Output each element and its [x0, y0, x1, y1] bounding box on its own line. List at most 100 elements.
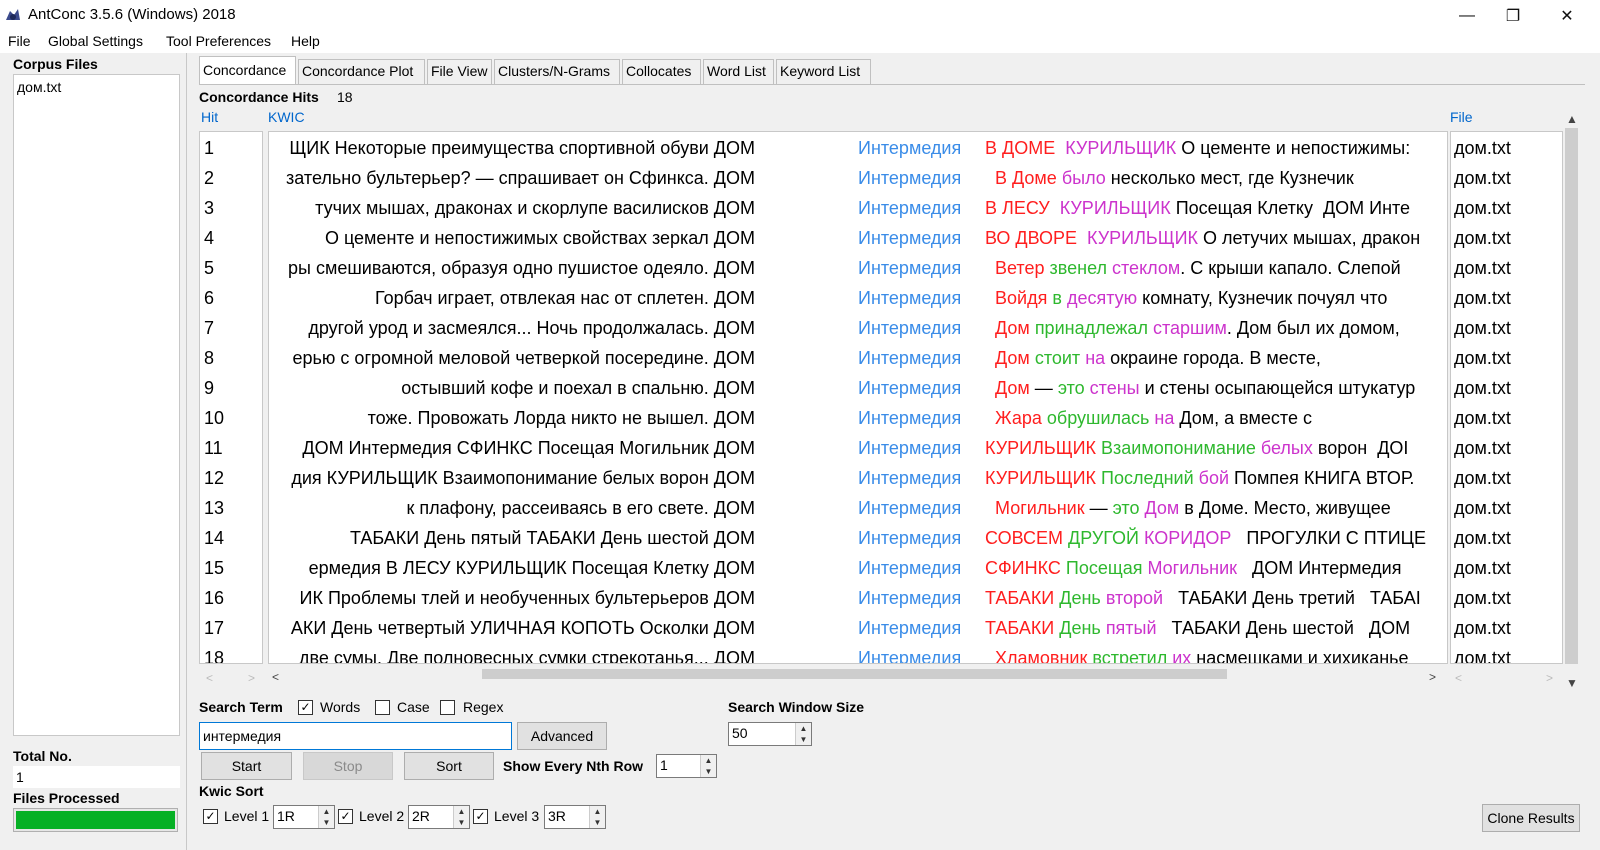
file-name[interactable]: дом.txt [1454, 193, 1511, 223]
kwic-row[interactable]: ЩИК Некоторые преимущества спортивной об… [269, 133, 1447, 163]
regex-checkbox[interactable] [440, 700, 455, 715]
column-header-hit[interactable]: Hit [201, 109, 218, 125]
file-name[interactable]: дом.txt [1454, 433, 1511, 463]
file-name[interactable]: дом.txt [1454, 523, 1511, 553]
level-2-up-icon[interactable]: ▲ [453, 806, 469, 817]
scroll-down-arrow-icon[interactable]: ▼ [1566, 676, 1578, 690]
hit-number[interactable]: 14 [204, 523, 224, 553]
kwic-scroll-left-arrow-icon[interactable]: < [272, 670, 279, 684]
close-button[interactable]: ✕ [1544, 0, 1590, 31]
tab-concordance-plot[interactable]: Concordance Plot [298, 59, 425, 84]
sort-button[interactable]: Sort [404, 752, 494, 780]
kwic-keyword[interactable]: Интермедия [858, 493, 961, 523]
file-scroll-left-arrow-icon[interactable]: < [1455, 671, 1462, 685]
kwic-keyword[interactable]: Интермедия [858, 403, 961, 433]
menu-global-settings[interactable]: Global Settings [48, 33, 143, 49]
kwic-row[interactable]: ИК Проблемы тлей и необученных бультерье… [269, 583, 1447, 613]
file-name[interactable]: дом.txt [1454, 283, 1511, 313]
kwic-keyword[interactable]: Интермедия [858, 313, 961, 343]
tab-keyword-list[interactable]: Keyword List [776, 59, 871, 84]
file-name[interactable]: дом.txt [1454, 463, 1511, 493]
search-term-input[interactable]: интермедия [199, 722, 512, 750]
kwic-horizontal-scrollbar-thumb[interactable] [482, 669, 1227, 679]
kwic-keyword[interactable]: Интермедия [858, 253, 961, 283]
maximize-button[interactable]: ❐ [1490, 0, 1536, 31]
hit-number[interactable]: 7 [204, 313, 214, 343]
level-1-up-icon[interactable]: ▲ [318, 806, 334, 817]
level-1-checkbox[interactable]: ✓ [203, 809, 218, 824]
nth-row-down-icon[interactable]: ▼ [700, 766, 716, 777]
tab-collocates[interactable]: Collocates [622, 59, 701, 84]
hit-number[interactable]: 12 [204, 463, 224, 493]
kwic-list[interactable]: ЩИК Некоторые преимущества спортивной об… [268, 131, 1448, 664]
file-name[interactable]: дом.txt [1454, 313, 1511, 343]
kwic-row[interactable]: остывший кофе и поехал в спальню. ДОМ Инт… [269, 373, 1447, 403]
hit-number[interactable]: 18 [204, 643, 224, 663]
menu-help[interactable]: Help [291, 33, 320, 49]
tab-word-list[interactable]: Word List [703, 59, 774, 84]
column-header-file[interactable]: File [1450, 109, 1473, 125]
tab-clusters-ngrams[interactable]: Clusters/N-Grams [494, 59, 620, 84]
kwic-row[interactable]: ерью с огромной меловой четверкой посере… [269, 343, 1447, 373]
kwic-keyword[interactable]: Интермедия [858, 613, 961, 643]
kwic-keyword[interactable]: Интермедия [858, 193, 961, 223]
start-button[interactable]: Start [201, 752, 292, 780]
menu-tool-preferences[interactable]: Tool Preferences [166, 33, 271, 49]
kwic-keyword[interactable]: Интермедия [858, 223, 961, 253]
advanced-button[interactable]: Advanced [517, 722, 607, 750]
hit-number[interactable]: 2 [204, 163, 214, 193]
hit-number[interactable]: 4 [204, 223, 214, 253]
window-size-up-icon[interactable]: ▲ [795, 723, 811, 734]
file-name[interactable]: дом.txt [1454, 373, 1511, 403]
window-size-down-icon[interactable]: ▼ [795, 734, 811, 745]
hit-number[interactable]: 10 [204, 403, 224, 433]
level-2-checkbox[interactable]: ✓ [338, 809, 353, 824]
kwic-row[interactable]: Горбач играет, отвлекая нас от сплетен. … [269, 283, 1447, 313]
level-2-down-icon[interactable]: ▼ [453, 817, 469, 828]
menu-file[interactable]: File [8, 33, 31, 49]
hit-number[interactable]: 16 [204, 583, 224, 613]
kwic-keyword[interactable]: Интермедия [858, 373, 961, 403]
kwic-row[interactable]: две сумы. Две полновесных сумки стрекота… [269, 643, 1447, 663]
corpus-files-list[interactable]: дом.txt [13, 74, 180, 736]
file-name[interactable]: дом.txt [1454, 493, 1511, 523]
corpus-file-item[interactable]: дом.txt [17, 79, 61, 95]
hit-number-list[interactable]: 1 2 3 4 5 6 7 8 9 10 11 12 13 14 15 16 17 18 [199, 131, 263, 664]
minimize-button[interactable]: — [1444, 0, 1490, 31]
file-name[interactable]: дом.txt [1454, 343, 1511, 373]
file-name[interactable]: дом.txt [1454, 613, 1511, 643]
kwic-keyword[interactable]: Интермедия [858, 553, 961, 583]
kwic-row[interactable]: зательно бультерьер? — спрашивает он Сфи… [269, 163, 1447, 193]
kwic-keyword[interactable]: Интермедия [858, 433, 961, 463]
scroll-up-arrow-icon[interactable]: ▲ [1566, 112, 1578, 126]
kwic-row[interactable]: ермедия В ЛЕСУ КУРИЛЬЩИК Посещая Клетку … [269, 553, 1447, 583]
hit-number[interactable]: 11 [204, 433, 223, 463]
kwic-row[interactable]: другой урод и засмеялся... Ночь продолжа… [269, 313, 1447, 343]
kwic-row[interactable]: к плафону, рассеиваясь в его свете. ДОМ И… [269, 493, 1447, 523]
clone-results-button[interactable]: Clone Results [1482, 804, 1580, 832]
level-3-down-icon[interactable]: ▼ [589, 817, 605, 828]
file-scroll-right-arrow-icon[interactable]: > [1546, 671, 1553, 685]
hit-number[interactable]: 5 [204, 253, 214, 283]
kwic-row[interactable]: тучих мышах, драконах и скорлупе василис… [269, 193, 1447, 223]
case-checkbox[interactable] [375, 700, 390, 715]
file-name[interactable]: дом.txt [1454, 583, 1511, 613]
hit-scroll-left-arrow-icon[interactable]: < [206, 671, 213, 685]
kwic-keyword[interactable]: Интермедия [858, 643, 961, 663]
nth-row-up-icon[interactable]: ▲ [700, 755, 716, 766]
column-header-kwic[interactable]: KWIC [268, 109, 305, 125]
kwic-scroll-right-arrow-icon[interactable]: > [1429, 670, 1436, 684]
kwic-keyword[interactable]: Интермедия [858, 583, 961, 613]
file-name[interactable]: дом.txt [1454, 553, 1511, 583]
hit-number[interactable]: 3 [204, 193, 214, 223]
kwic-row[interactable]: ТАБАКИ День пятый ТАБАКИ День шестой ДОМ… [269, 523, 1447, 553]
kwic-row[interactable]: ры смешиваются, образуя одно пушистое од… [269, 253, 1447, 283]
hit-number[interactable]: 1 [204, 133, 214, 163]
tab-concordance[interactable]: Concordance [199, 56, 296, 85]
file-name[interactable]: дом.txt [1454, 163, 1511, 193]
kwic-keyword[interactable]: Интермедия [858, 343, 961, 373]
stop-button[interactable]: Stop [303, 752, 393, 780]
kwic-keyword[interactable]: Интермедия [858, 523, 961, 553]
hit-number[interactable]: 8 [204, 343, 214, 373]
file-name[interactable]: дом.txt [1454, 643, 1511, 663]
